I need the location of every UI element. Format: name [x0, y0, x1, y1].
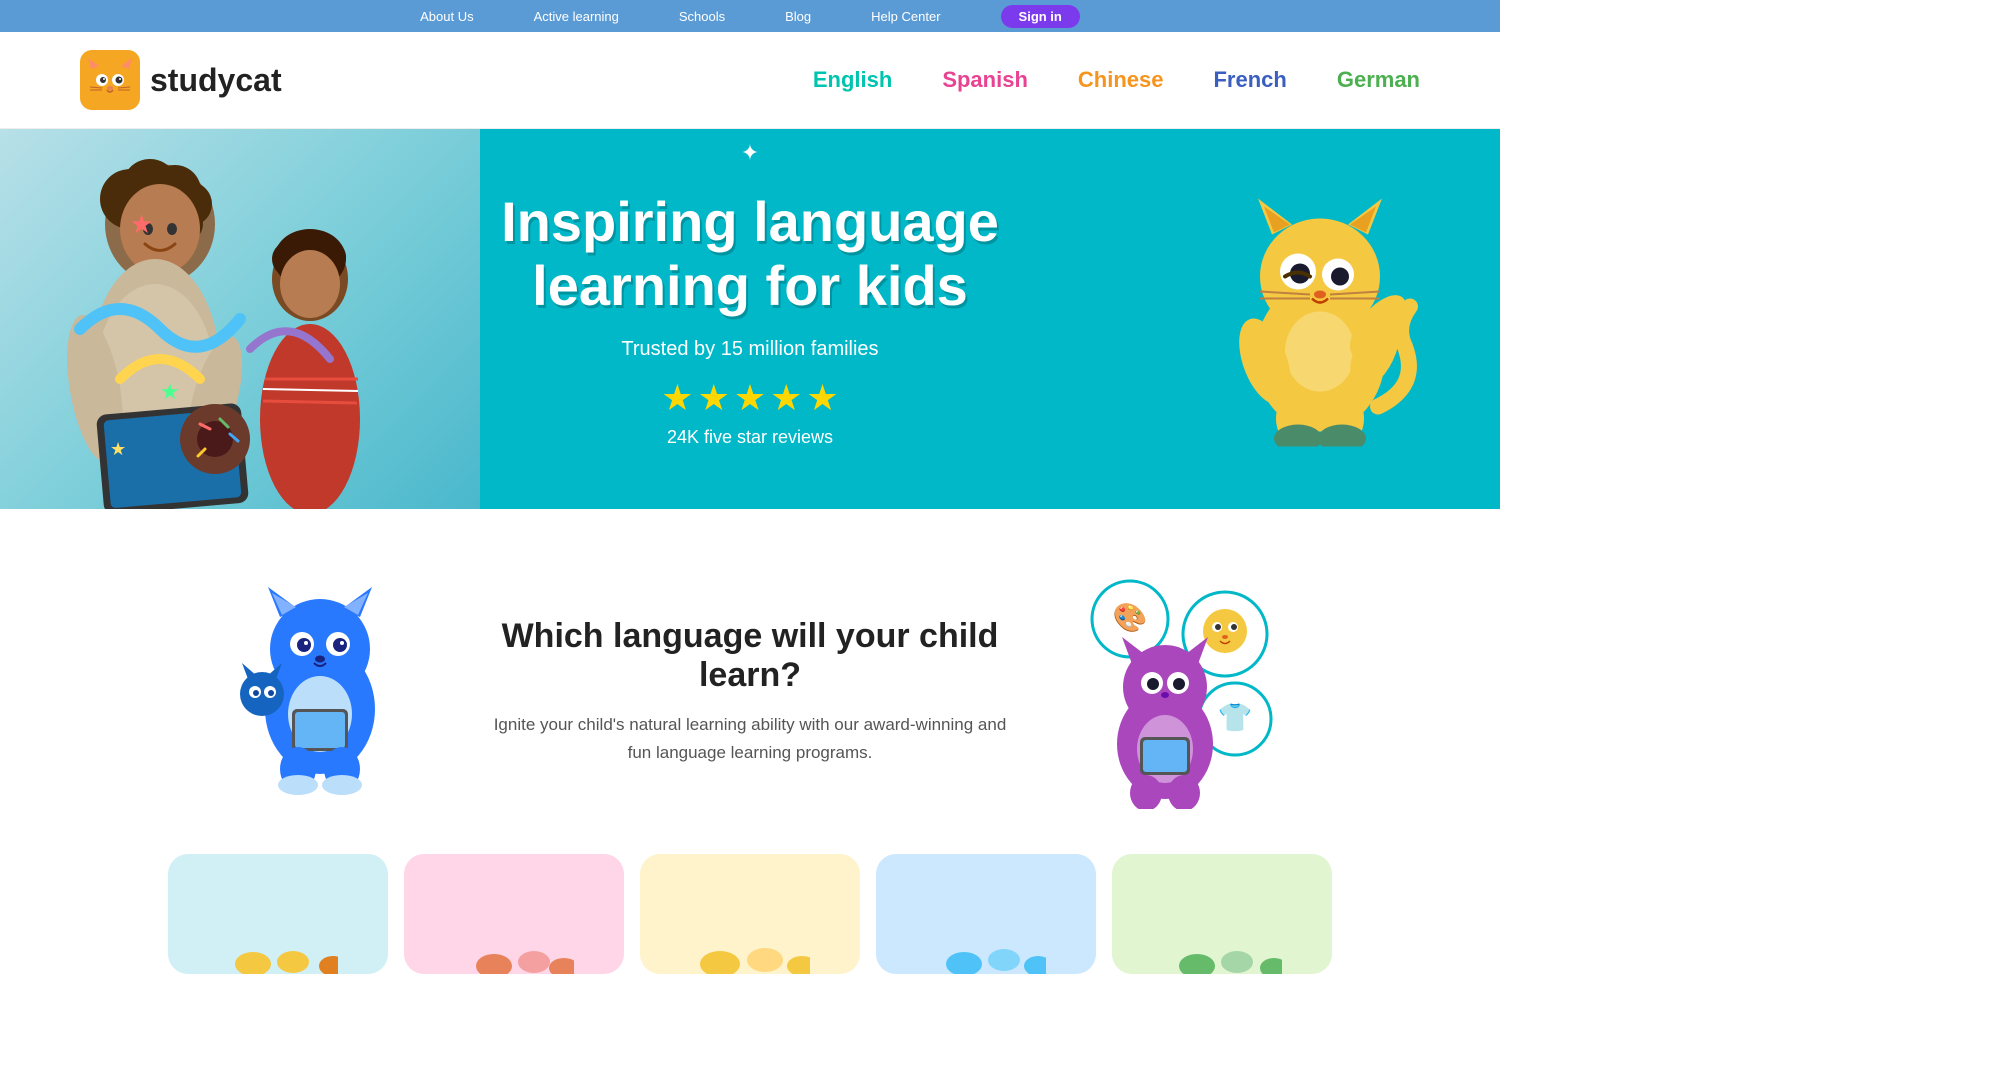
- top-navigation: About Us Active learning Schools Blog He…: [0, 0, 1500, 32]
- logo-text: studycat: [150, 62, 282, 99]
- deco-star-yellow: ★: [110, 439, 126, 460]
- german-card-illustration: [1162, 894, 1282, 974]
- hero-people-illustration: [0, 129, 440, 509]
- logo[interactable]: studycat: [80, 50, 282, 110]
- hero-content: ✦ Inspiring language learning for kids T…: [400, 150, 1100, 489]
- star-rating: ★ ★ ★ ★ ★: [400, 377, 1100, 419]
- deco-star-green: ★: [160, 379, 180, 405]
- hero-section: ★ ★ ★ ✦ Inspiring language learning for …: [0, 129, 1500, 509]
- svg-text:🎨: 🎨: [1113, 600, 1148, 634]
- nav-spanish[interactable]: Spanish: [942, 67, 1028, 93]
- star-1: ★: [661, 377, 693, 419]
- english-language-card[interactable]: [168, 854, 388, 974]
- which-language-section: Which language will your child learn? Ig…: [0, 509, 1500, 854]
- language-navigation: English Spanish Chinese French German: [813, 67, 1420, 93]
- nav-english[interactable]: English: [813, 67, 892, 93]
- purple-cat-bubbles-svg: 🎨 👕: [1070, 569, 1290, 809]
- nav-active-learning[interactable]: Active learning: [534, 9, 619, 24]
- german-language-card[interactable]: [1112, 854, 1332, 974]
- yellow-cat-mascot: [1220, 187, 1420, 447]
- english-card-illustration: [218, 894, 338, 974]
- studycat-logo-icon: [80, 50, 140, 110]
- hero-subtitle: Trusted by 15 million families: [400, 338, 1100, 361]
- which-lang-center-content: Which language will your child learn? Ig…: [490, 617, 1010, 765]
- deco-star-red: ★: [130, 209, 153, 240]
- hero-cat-mascot: [1220, 187, 1420, 452]
- sign-in-button[interactable]: Sign in: [1001, 5, 1080, 28]
- nav-french[interactable]: French: [1213, 67, 1286, 93]
- chinese-card-illustration: [690, 894, 810, 974]
- nav-blog[interactable]: Blog: [785, 9, 811, 24]
- svg-text:👕: 👕: [1218, 702, 1253, 733]
- hero-reviews-label: 24K five star reviews: [400, 427, 1100, 448]
- nav-chinese[interactable]: Chinese: [1078, 67, 1164, 93]
- which-language-title: Which language will your child learn?: [490, 617, 1010, 695]
- site-header: studycat English Spanish Chinese French …: [0, 32, 1500, 129]
- star-3: ★: [734, 377, 766, 419]
- which-language-description: Ignite your child's natural learning abi…: [490, 711, 1010, 765]
- nav-schools[interactable]: Schools: [679, 9, 725, 24]
- nav-help-center[interactable]: Help Center: [871, 9, 940, 24]
- blue-cats-svg: [210, 579, 430, 799]
- nav-about-us[interactable]: About Us: [420, 9, 473, 24]
- deco-star-top: ✦: [741, 140, 759, 166]
- language-cards-row: [0, 854, 1500, 994]
- spanish-card-illustration: [454, 894, 574, 974]
- star-4: ★: [770, 377, 802, 419]
- which-lang-left-illustration: [210, 579, 430, 804]
- chinese-language-card[interactable]: [640, 854, 860, 974]
- which-lang-right-illustration: 🎨 👕: [1070, 569, 1290, 814]
- french-language-card[interactable]: [876, 854, 1096, 974]
- star-2: ★: [698, 377, 730, 419]
- nav-german[interactable]: German: [1337, 67, 1420, 93]
- star-5: ★: [806, 377, 838, 419]
- hero-title: Inspiring language learning for kids: [400, 190, 1100, 319]
- french-card-illustration: [926, 894, 1046, 974]
- spanish-language-card[interactable]: [404, 854, 624, 974]
